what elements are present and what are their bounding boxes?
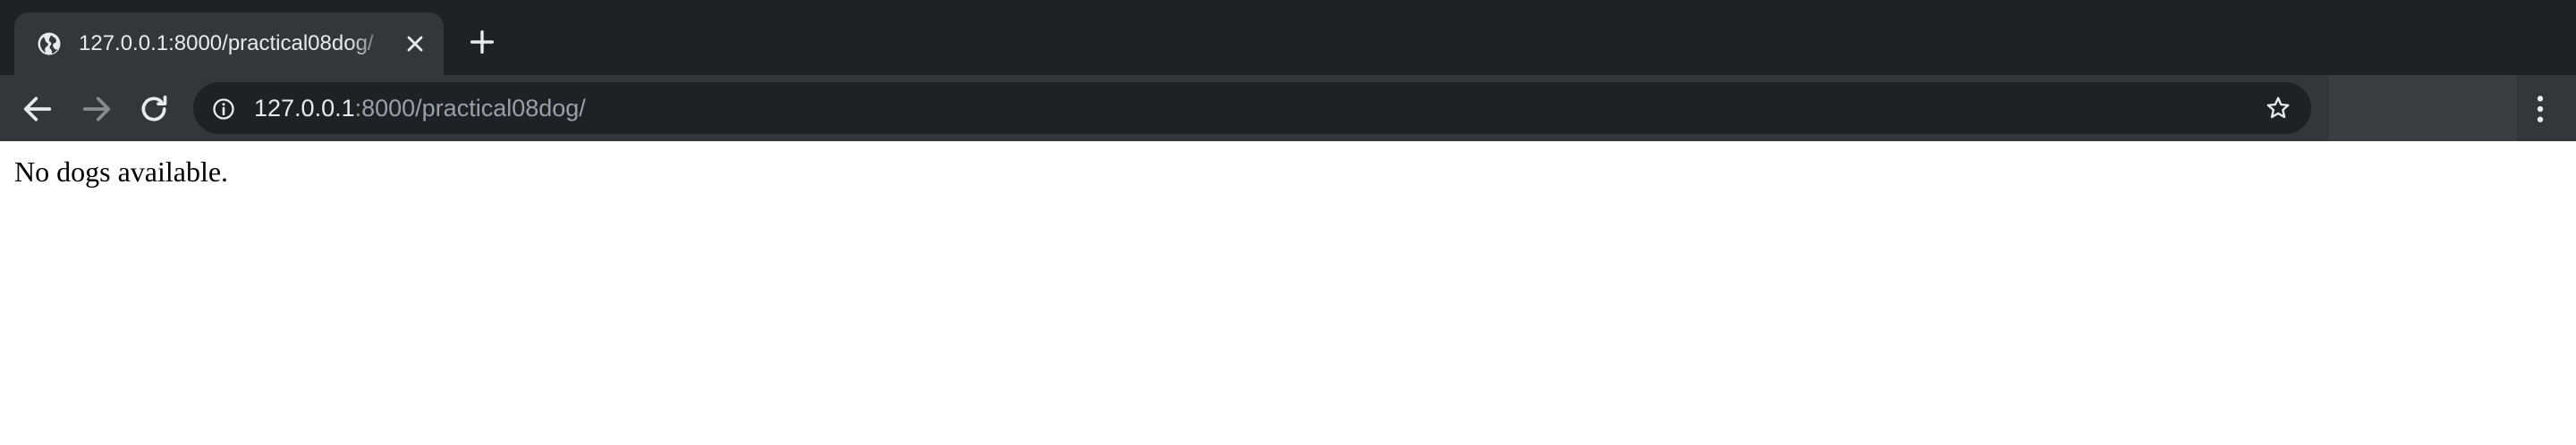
tab-strip: 127.0.0.1:8000/practical08dog/ <box>0 0 2576 75</box>
close-icon[interactable] <box>402 31 428 56</box>
reload-button[interactable] <box>136 91 172 127</box>
back-button[interactable] <box>20 91 55 127</box>
reload-icon <box>141 95 167 122</box>
empty-state-message: No dogs available. <box>14 155 229 188</box>
star-icon[interactable] <box>2265 95 2292 122</box>
kebab-menu-icon[interactable] <box>2522 91 2558 127</box>
new-tab-button[interactable] <box>467 27 497 57</box>
forward-button[interactable] <box>79 91 114 127</box>
url-text[interactable]: 127.0.0.1:8000/practical08dog/ <box>254 94 586 122</box>
arrow-right-icon <box>82 97 111 122</box>
browser-toolbar: 127.0.0.1:8000/practical08dog/ <box>0 75 2576 141</box>
tab-title: 127.0.0.1:8000/practical08dog/ <box>79 31 374 55</box>
arrow-left-icon <box>23 97 52 122</box>
page-content: No dogs available. <box>0 141 2576 445</box>
address-bar[interactable]: 127.0.0.1:8000/practical08dog/ <box>193 82 2311 134</box>
info-icon[interactable] <box>211 97 236 122</box>
globe-icon <box>36 30 63 57</box>
url-host: 127.0.0.1 <box>254 95 355 122</box>
plus-icon <box>470 29 495 55</box>
url-path: :8000/practical08dog/ <box>354 95 586 122</box>
extensions-area <box>2329 75 2517 141</box>
browser-tab-active[interactable]: 127.0.0.1:8000/practical08dog/ <box>14 13 444 75</box>
